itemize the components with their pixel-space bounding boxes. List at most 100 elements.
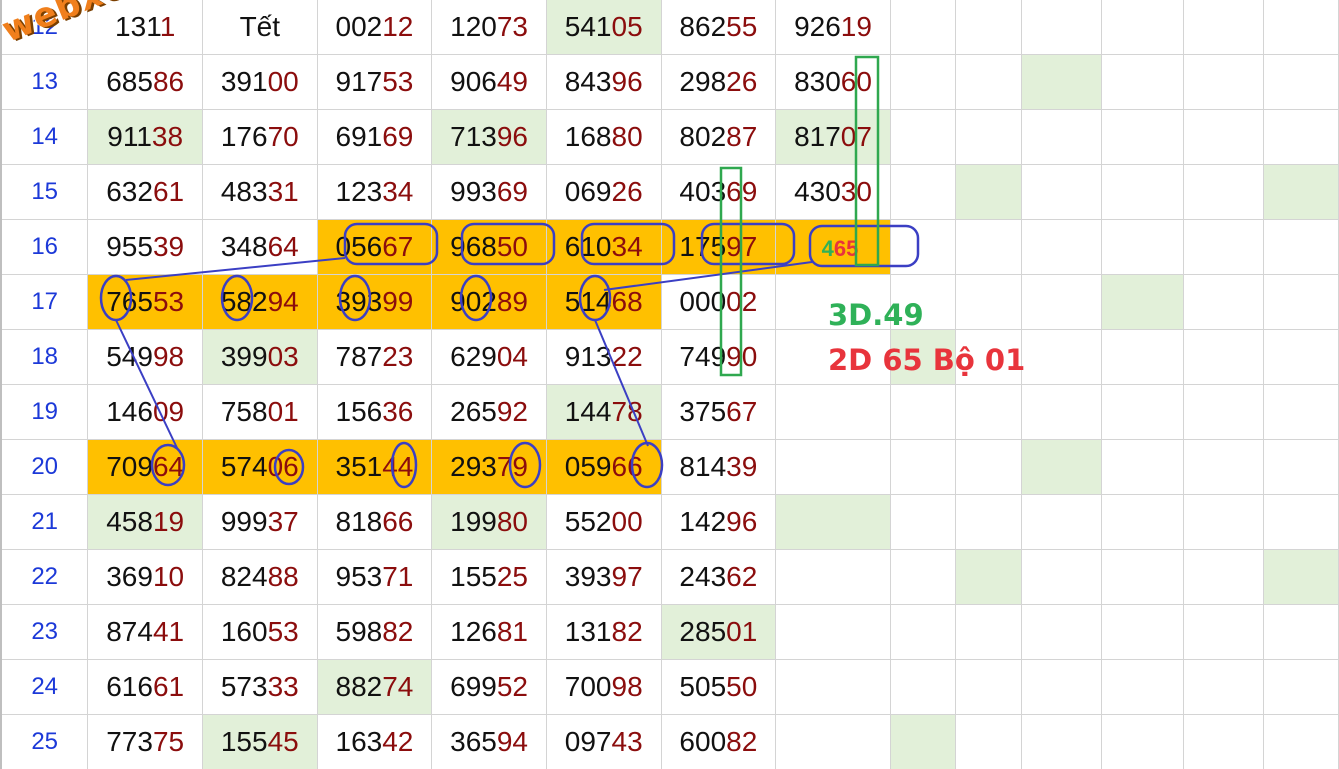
result-cell: 99937 bbox=[201, 494, 318, 550]
tail-digits: 10 bbox=[152, 561, 185, 592]
row-number: 16 bbox=[0, 219, 89, 275]
head-digits: 902 bbox=[450, 286, 497, 317]
tail-digits: 52 bbox=[496, 671, 529, 702]
result-cell: 54105 bbox=[545, 0, 662, 55]
tail-digits: 33 bbox=[267, 671, 299, 702]
head-digits: 393 bbox=[564, 561, 612, 592]
row-number: 13 bbox=[0, 54, 89, 110]
head-digits: 514 bbox=[564, 286, 612, 317]
tail-digits: 45 bbox=[267, 726, 299, 757]
tail-digits: 00 bbox=[611, 506, 643, 537]
result-cell: 14609 bbox=[87, 384, 203, 440]
result-cell: 39397 bbox=[545, 549, 662, 605]
result-cell bbox=[1262, 109, 1339, 165]
result-cell bbox=[1262, 549, 1339, 605]
head-digits: 968 bbox=[450, 231, 497, 262]
head-digits: 126 bbox=[450, 616, 497, 647]
tail-digits: 90 bbox=[726, 341, 758, 372]
result-cell: 39399 bbox=[316, 274, 433, 330]
tail-digits: 07 bbox=[840, 121, 872, 152]
result-cell: 83060 bbox=[775, 54, 891, 110]
head-digits: 843 bbox=[564, 66, 612, 97]
tail-digits: 50 bbox=[726, 671, 758, 702]
result-cell: 54998 bbox=[87, 329, 203, 385]
result-cell bbox=[1101, 439, 1184, 495]
result-cell bbox=[889, 659, 957, 715]
result-cell: 84396 bbox=[545, 54, 662, 110]
result-cell bbox=[889, 54, 957, 110]
result-cell: 48331 bbox=[201, 164, 318, 220]
head-digits: 059 bbox=[564, 451, 612, 482]
tail-digits: 96 bbox=[611, 66, 643, 97]
head-digits: 574 bbox=[220, 451, 268, 482]
result-cell: 55200 bbox=[545, 494, 662, 550]
tail-digits: 38 bbox=[151, 121, 184, 152]
tail-digits: 92 bbox=[496, 396, 529, 427]
result-cell bbox=[1182, 109, 1264, 165]
tail-digits: 26 bbox=[611, 176, 643, 207]
result-cell bbox=[1101, 54, 1184, 110]
result-cell bbox=[775, 604, 891, 660]
head-digits: 175 bbox=[679, 231, 727, 262]
result-cell bbox=[1021, 219, 1103, 275]
tail-digits: 65 bbox=[833, 236, 859, 261]
head-digits: 146 bbox=[106, 396, 153, 427]
result-cell bbox=[775, 494, 891, 550]
result-cell: 91138 bbox=[87, 109, 203, 165]
result-cell bbox=[954, 54, 1023, 110]
result-cell bbox=[1101, 549, 1184, 605]
row-number: 20 bbox=[0, 439, 89, 495]
result-cell bbox=[889, 219, 957, 275]
tail-digits: 88 bbox=[267, 561, 299, 592]
results-table: 12 1311 Tết 00212 12073 54105 86255 92619 13 6858… bbox=[0, 0, 1339, 769]
result-cell: 14296 bbox=[660, 494, 777, 550]
head-digits: 285 bbox=[679, 616, 727, 647]
result-cell bbox=[1021, 0, 1103, 55]
head-digits: 348 bbox=[220, 231, 268, 262]
note-3d: 3D.49 bbox=[828, 298, 924, 332]
result-cell: 61034 bbox=[545, 219, 662, 275]
head-digits: 369 bbox=[106, 561, 153, 592]
head-digits: 142 bbox=[679, 506, 727, 537]
table-row: 24 61661 57333 88274 69952 70098 50550 bbox=[0, 659, 1339, 715]
result-cell: 16342 bbox=[316, 714, 433, 769]
result-cell: 17597 bbox=[660, 219, 777, 275]
result-cell bbox=[954, 714, 1023, 769]
row-number: 17 bbox=[0, 274, 89, 330]
result-cell bbox=[1262, 329, 1339, 385]
head-digits: 393 bbox=[335, 286, 383, 317]
head-digits: 573 bbox=[220, 671, 268, 702]
tail-digits: 39 bbox=[152, 231, 185, 262]
table-row: 15 63261 48331 12334 99369 06926 40369 43030 bbox=[0, 164, 1339, 220]
result-cell: 63261 bbox=[87, 164, 203, 220]
result-cell: 91322 bbox=[545, 329, 662, 385]
table-row: 18 54998 39903 78723 62904 91322 74990 bbox=[0, 329, 1339, 385]
result-cell: 91753 bbox=[316, 54, 433, 110]
result-cell: 59882 bbox=[316, 604, 433, 660]
result-cell bbox=[1021, 604, 1103, 660]
head-digits: 802 bbox=[679, 121, 727, 152]
result-cell bbox=[954, 219, 1023, 275]
result-cell bbox=[954, 494, 1023, 550]
result-cell bbox=[1182, 164, 1264, 220]
tail-digits: 98 bbox=[611, 671, 643, 702]
head-digits: 616 bbox=[106, 671, 153, 702]
head-digits: 265 bbox=[450, 396, 497, 427]
result-cell: 74990 bbox=[660, 329, 777, 385]
tail-digits: 25 bbox=[496, 561, 529, 592]
tail-digits: 86 bbox=[152, 66, 185, 97]
tail-digits: 09 bbox=[152, 396, 185, 427]
tail-digits: 19 bbox=[152, 506, 185, 537]
result-cell: 45819 bbox=[87, 494, 203, 550]
table-row: 20 70964 57406 35144 29379 05966 81439 bbox=[0, 439, 1339, 495]
tail-digits: 64 bbox=[267, 231, 299, 262]
result-cell: 13182 bbox=[545, 604, 662, 660]
result-cell bbox=[1101, 714, 1184, 769]
head-digits: 399 bbox=[220, 341, 268, 372]
head-digits: 552 bbox=[564, 506, 612, 537]
result-cell: 80287 bbox=[660, 109, 777, 165]
result-cell: 70964 bbox=[87, 439, 203, 495]
head-digits: 056 bbox=[335, 231, 383, 262]
head-digits: 4 bbox=[821, 236, 834, 261]
tail-digits: 71 bbox=[382, 561, 414, 592]
